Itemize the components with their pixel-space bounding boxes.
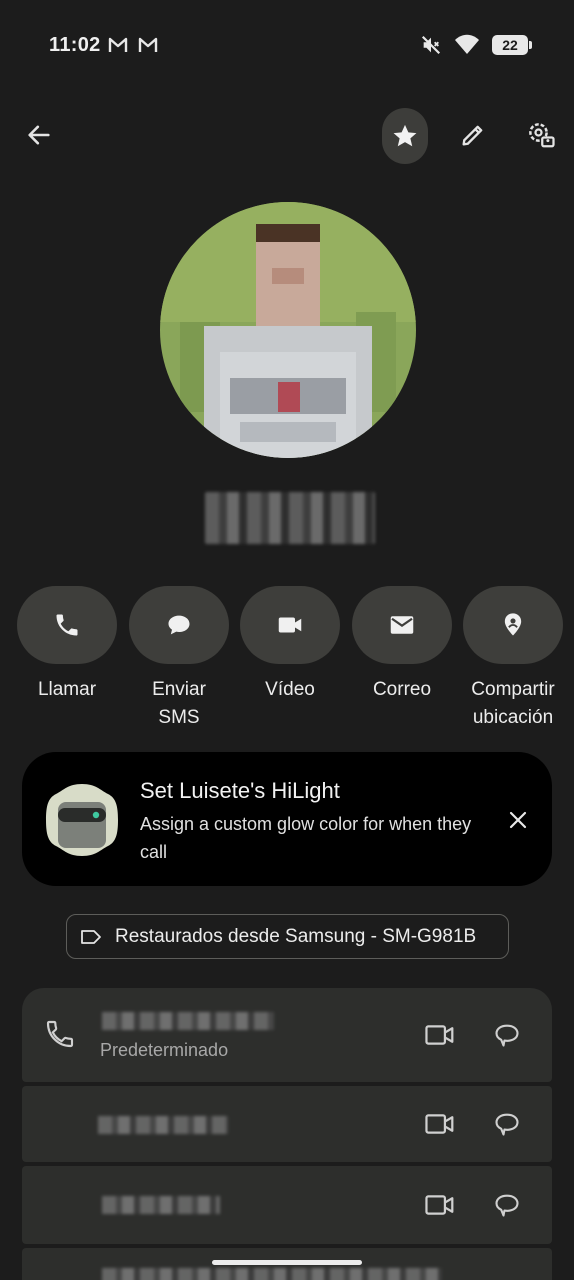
sms-button[interactable] — [129, 586, 229, 664]
video-call-button[interactable] — [240, 586, 340, 664]
phone-icon — [46, 1020, 74, 1048]
call-button[interactable] — [17, 586, 117, 664]
video-call-number-button[interactable] — [420, 1015, 460, 1055]
battery-level: 22 — [502, 37, 518, 53]
favorite-button[interactable] — [382, 108, 428, 164]
phone-number-blurred — [98, 1116, 228, 1134]
contact-label-chip[interactable]: Restaurados desde Samsung - SM-G981B — [66, 914, 509, 959]
edit-button[interactable] — [450, 112, 496, 158]
wifi-icon — [455, 34, 479, 54]
hilight-description: Assign a custom glow color for when they… — [140, 814, 472, 862]
gmail-icon — [138, 37, 158, 52]
status-icons: 22 — [420, 34, 532, 56]
gmail-icon — [108, 37, 128, 52]
video-call-number-button[interactable] — [420, 1185, 460, 1225]
phone-type-label: Predeterminado — [100, 1040, 229, 1060]
contact-settings-button[interactable] — [518, 112, 564, 158]
chat-bubble-icon — [168, 615, 190, 635]
battery-icon: 22 — [492, 35, 532, 55]
message-number-button[interactable] — [487, 1104, 527, 1144]
phone-number-row[interactable]: Predeterminado — [22, 988, 552, 1082]
gesture-navigation-bar[interactable] — [212, 1260, 362, 1265]
action-call[interactable]: Llamar — [11, 586, 123, 704]
manage-account-icon — [529, 123, 555, 148]
mail-icon — [390, 616, 414, 634]
email-button[interactable] — [352, 586, 452, 664]
message-outline-icon — [495, 1024, 519, 1047]
phone-number-blurred — [102, 1012, 274, 1030]
close-icon — [509, 811, 527, 829]
videocam-outline-icon — [425, 1025, 454, 1045]
videocam-outline-icon — [425, 1114, 454, 1134]
videocam-icon — [278, 617, 302, 633]
phone-number-blurred — [102, 1196, 220, 1214]
contact-avatar — [160, 202, 416, 458]
pencil-icon — [462, 125, 483, 146]
contact-label-text: Restaurados desde Samsung - SM-G981B — [115, 925, 477, 947]
action-email[interactable]: Correo — [346, 586, 458, 704]
videocam-outline-icon — [425, 1195, 454, 1215]
action-sms-label: Enviar SMS — [152, 679, 206, 728]
action-share-location[interactable]: Compartir ubicación — [457, 586, 569, 732]
vibrate-mute-icon — [421, 35, 441, 55]
dismiss-button[interactable] — [500, 802, 536, 838]
label-icon — [81, 929, 101, 944]
action-video[interactable]: Vídeo — [234, 586, 346, 704]
message-number-button[interactable] — [487, 1015, 527, 1055]
message-outline-icon — [495, 1113, 519, 1136]
action-share-location-label: Compartir ubicación — [471, 679, 555, 728]
phone-number-blurred — [102, 1268, 442, 1280]
message-outline-icon — [495, 1194, 519, 1217]
action-call-label: Llamar — [37, 679, 97, 700]
avatar-photo — [160, 202, 416, 458]
hilight-promo-card[interactable]: Set Luisete's HiLight Assign a custom gl… — [22, 752, 552, 886]
back-button[interactable] — [16, 112, 62, 158]
phone-number-row[interactable] — [22, 1166, 552, 1244]
action-email-label: Correo — [372, 679, 432, 700]
star-icon — [393, 124, 417, 147]
contact-name-blurred — [205, 492, 375, 544]
arrow-back-icon — [28, 125, 50, 145]
hilight-phone-illustration — [46, 784, 118, 856]
status-time: 11:02 — [49, 34, 101, 56]
action-sms[interactable]: Enviar SMS — [123, 586, 235, 732]
action-video-label: Vídeo — [265, 679, 315, 700]
status-bar: 11:02 22 — [0, 0, 574, 92]
location-icon — [504, 613, 522, 636]
contact-detail-screen: 11:02 22 Llamar Enviar SMS Vídeo Correo … — [0, 0, 574, 1280]
message-number-button[interactable] — [487, 1185, 527, 1225]
hilight-title: Set Luisete's HiLight — [140, 778, 340, 803]
phone-icon — [56, 614, 78, 636]
phone-number-row[interactable] — [22, 1086, 552, 1162]
share-location-button[interactable] — [463, 586, 563, 664]
video-call-number-button[interactable] — [420, 1104, 460, 1144]
